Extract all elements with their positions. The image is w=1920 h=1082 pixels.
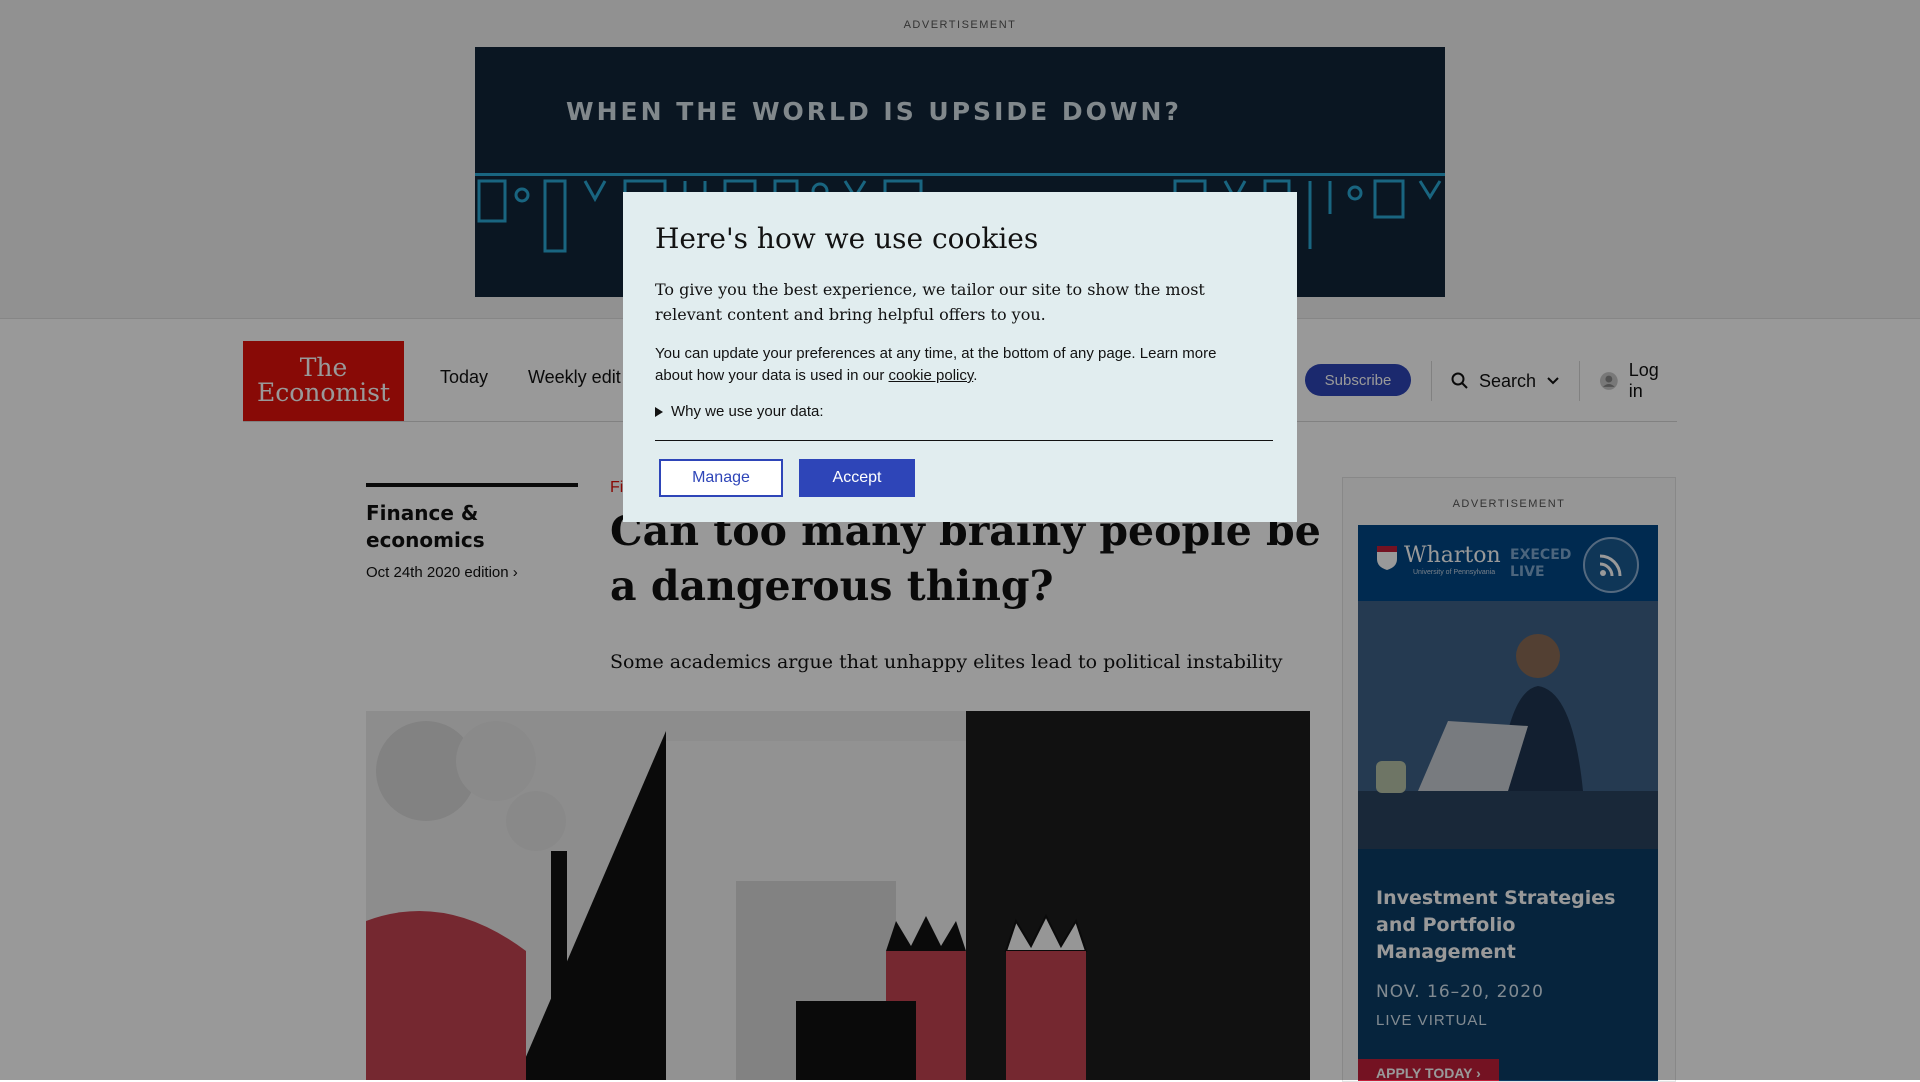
why-we-use-data-toggle[interactable]: Why we use your data: [655,403,1273,420]
disclosure-triangle-icon [655,406,663,417]
cookie-modal-body: You can update your preferences at any t… [655,343,1255,387]
cookie-modal-title: Here's how we use cookies [655,222,1039,255]
why-we-use-data-label: Why we use your data: [671,403,824,420]
cookie-modal-lead: To give you the best experience, we tail… [655,280,1205,324]
cookie-modal-period: . [973,367,978,384]
manage-cookies-button[interactable]: Manage [659,459,783,497]
accept-cookies-button[interactable]: Accept [799,459,915,497]
cookie-modal-actions: Manage Accept [655,459,1273,497]
cookie-consent-modal: Here's how we use cookies To give you th… [623,192,1297,522]
modal-overlay [0,0,1920,1080]
cookie-modal-divider [655,440,1273,441]
cookie-policy-link[interactable]: cookie policy [889,367,974,384]
